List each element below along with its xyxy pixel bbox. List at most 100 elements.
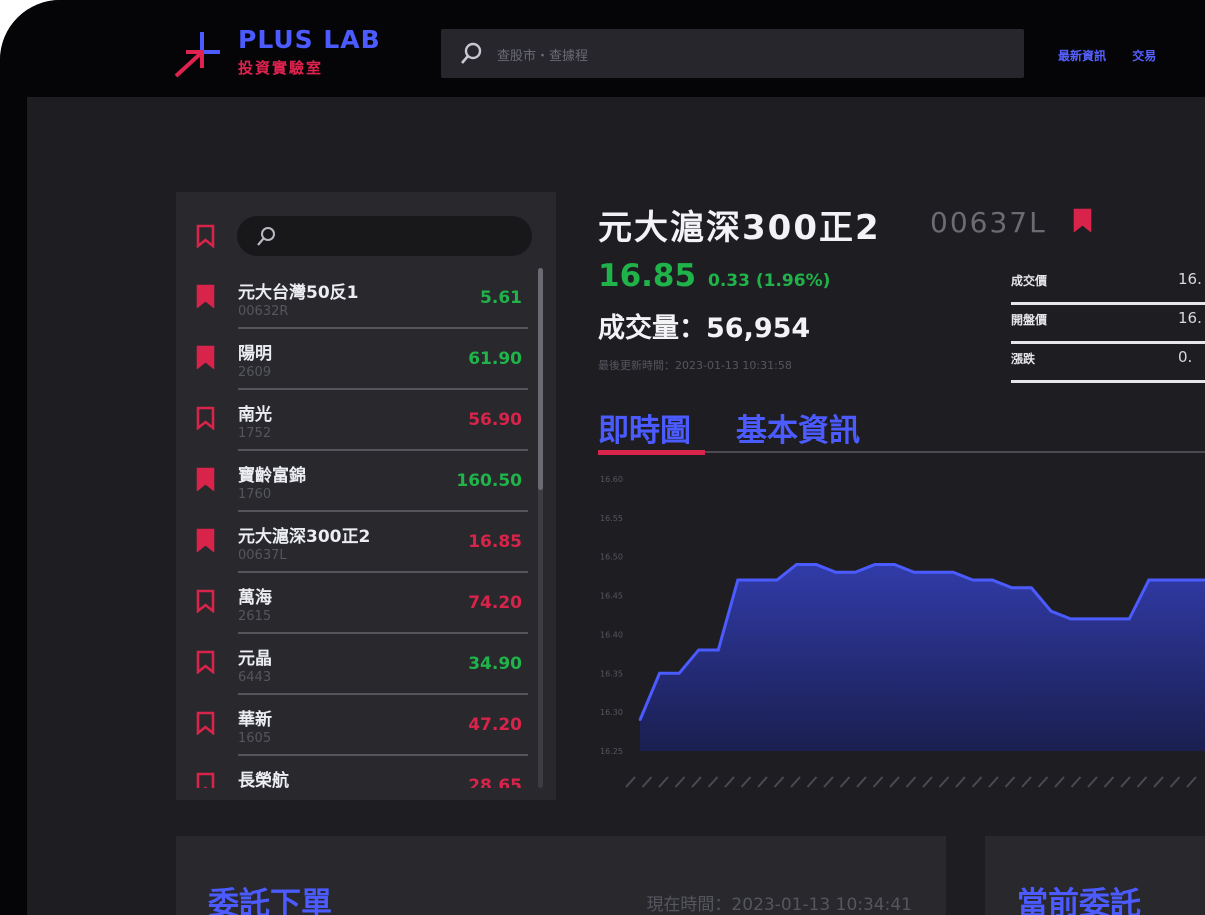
price-point [795, 563, 798, 566]
stats-table: 成交價 16. 開盤價 16. 漲跌 0. [1011, 266, 1205, 383]
stock-name: 元晶 [238, 649, 272, 669]
x-tick-label [938, 776, 950, 788]
watchlist-row[interactable]: 元晶 6443 34.90 [176, 634, 556, 695]
price-point [677, 672, 681, 675]
x-tick-label [1120, 776, 1131, 788]
y-tick-label: 16.35 [600, 669, 623, 678]
order-panel-title: 委託下單 [208, 886, 332, 915]
x-tick-label [773, 776, 785, 788]
stat-value: 0. [1178, 348, 1193, 366]
top-nav: 最新資訊 交易 [1058, 47, 1178, 64]
bookmark-filter-icon[interactable] [196, 224, 215, 248]
y-tick-label: 16.60 [600, 475, 623, 484]
x-tick-label [625, 776, 636, 788]
x-tick-label [1021, 776, 1032, 788]
logo[interactable]: PLUS LAB 投資實驗室 [172, 26, 422, 82]
stock-code: 1605 [238, 731, 272, 746]
bookmark-icon[interactable] [196, 528, 215, 552]
x-tick-label [823, 776, 834, 788]
watchlist-row[interactable]: 華新 1605 47.20 [176, 695, 556, 756]
logo-subtitle: 投資實驗室 [238, 59, 324, 77]
bookmark-icon[interactable] [196, 467, 215, 491]
stock-price: 34.90 [468, 654, 522, 674]
tab-active-indicator [598, 450, 705, 455]
y-tick-label: 16.55 [600, 514, 623, 523]
watchlist-row[interactable]: 元大台灣50反1 00632R 5.61 [176, 268, 556, 329]
x-tick-label [790, 776, 801, 788]
bookmark-icon[interactable] [196, 589, 215, 613]
x-tick-label [922, 776, 933, 788]
stock-code: 1752 [238, 426, 272, 441]
price-point [736, 578, 740, 582]
stat-label: 成交價 [1011, 274, 1048, 288]
price-point [971, 578, 974, 582]
price-point [756, 578, 759, 582]
intraday-area-chart[interactable]: 16.60 16.55 16.50 16.45 16.40 16.35 16.30 16.25 [596, 465, 1205, 805]
bookmark-icon[interactable] [196, 406, 215, 430]
bookmark-icon[interactable] [196, 284, 215, 308]
price-point [1186, 578, 1190, 582]
bookmark-icon[interactable] [196, 711, 215, 735]
price-point [658, 672, 661, 675]
x-tick-label [1169, 776, 1181, 788]
nav-trade[interactable]: 交易 [1132, 49, 1156, 63]
x-tick-label [724, 776, 735, 788]
top-header: PLUS LAB 投資實驗室 查股市・查據程 最新資訊 交易 [0, 0, 1205, 97]
price-point [873, 563, 877, 566]
bookmark-icon[interactable] [1073, 208, 1092, 232]
watchlist-header [176, 192, 556, 262]
watchlist-row[interactable]: 寶齡富錦 1760 160.50 [176, 451, 556, 512]
watchlist-search-input[interactable] [237, 216, 532, 256]
watchlist-row[interactable]: 長榮航 28.65 [176, 756, 556, 788]
stock-price: 61.90 [468, 349, 522, 369]
price-point [1069, 617, 1072, 621]
watchlist-row[interactable]: 陽明 2609 61.90 [176, 329, 556, 390]
stock-code: 00632R [238, 304, 289, 319]
global-search-input[interactable]: 查股市・查據程 [441, 29, 1024, 78]
x-tick-label [856, 776, 867, 788]
watchlist-row[interactable]: 南光 1752 56.90 [176, 390, 556, 451]
price-point [991, 578, 994, 582]
price-point [1108, 617, 1111, 621]
x-tick-label [889, 776, 900, 788]
price-point [814, 563, 818, 566]
x-tick-label [658, 776, 669, 788]
app-frame: PLUS LAB 投資實驗室 查股市・查據程 最新資訊 交易 元大台灣50反1 … [0, 0, 1205, 915]
stock-name: 陽明 [238, 344, 272, 364]
tab-realtime-chart[interactable]: 即時圖 [598, 405, 691, 450]
tab-basic-info[interactable]: 基本資訊 [736, 405, 860, 450]
x-tick-label [674, 776, 686, 788]
search-icon [461, 42, 482, 64]
stat-label: 開盤價 [1011, 313, 1048, 327]
stock-price: 28.65 [468, 776, 522, 788]
stat-label: 漲跌 [1011, 352, 1036, 366]
order-panel: 委託下單 現在時間：2023-01-13 10:34:41 [176, 836, 946, 915]
stock-code: 00637L [930, 206, 1047, 239]
bookmark-icon[interactable] [196, 650, 215, 674]
x-tick-label [691, 776, 702, 788]
stock-name: 華新 [238, 710, 272, 730]
stock-price: 47.20 [468, 715, 522, 735]
stat-value: 16. [1178, 270, 1202, 288]
y-tick-label: 16.25 [600, 747, 623, 756]
x-tick-label [1103, 776, 1115, 788]
watchlist-row[interactable]: 元大滬深300正2 00637L 16.85 [176, 512, 556, 573]
x-tick-label [757, 776, 768, 788]
stock-code: 6443 [238, 670, 272, 685]
stock-code: 2609 [238, 365, 272, 380]
x-tick-label [707, 776, 719, 788]
watchlist-scroll-thumb[interactable] [538, 268, 543, 490]
bookmark-icon[interactable] [196, 772, 215, 788]
bookmark-icon[interactable] [196, 345, 215, 369]
price-point [1147, 578, 1151, 582]
stock-name: 萬海 [238, 588, 272, 608]
x-tick-label [806, 776, 818, 788]
price-point [775, 578, 779, 582]
x-tick-label [905, 776, 917, 788]
x-tick-label [1070, 776, 1082, 788]
stock-change: 0.33 (1.96%) [708, 271, 831, 291]
nav-news[interactable]: 最新資訊 [1058, 49, 1106, 63]
stock-price: 74.20 [468, 593, 522, 613]
watchlist-row[interactable]: 萬海 2615 74.20 [176, 573, 556, 634]
current-orders-panel: 當前委託 [985, 836, 1205, 915]
